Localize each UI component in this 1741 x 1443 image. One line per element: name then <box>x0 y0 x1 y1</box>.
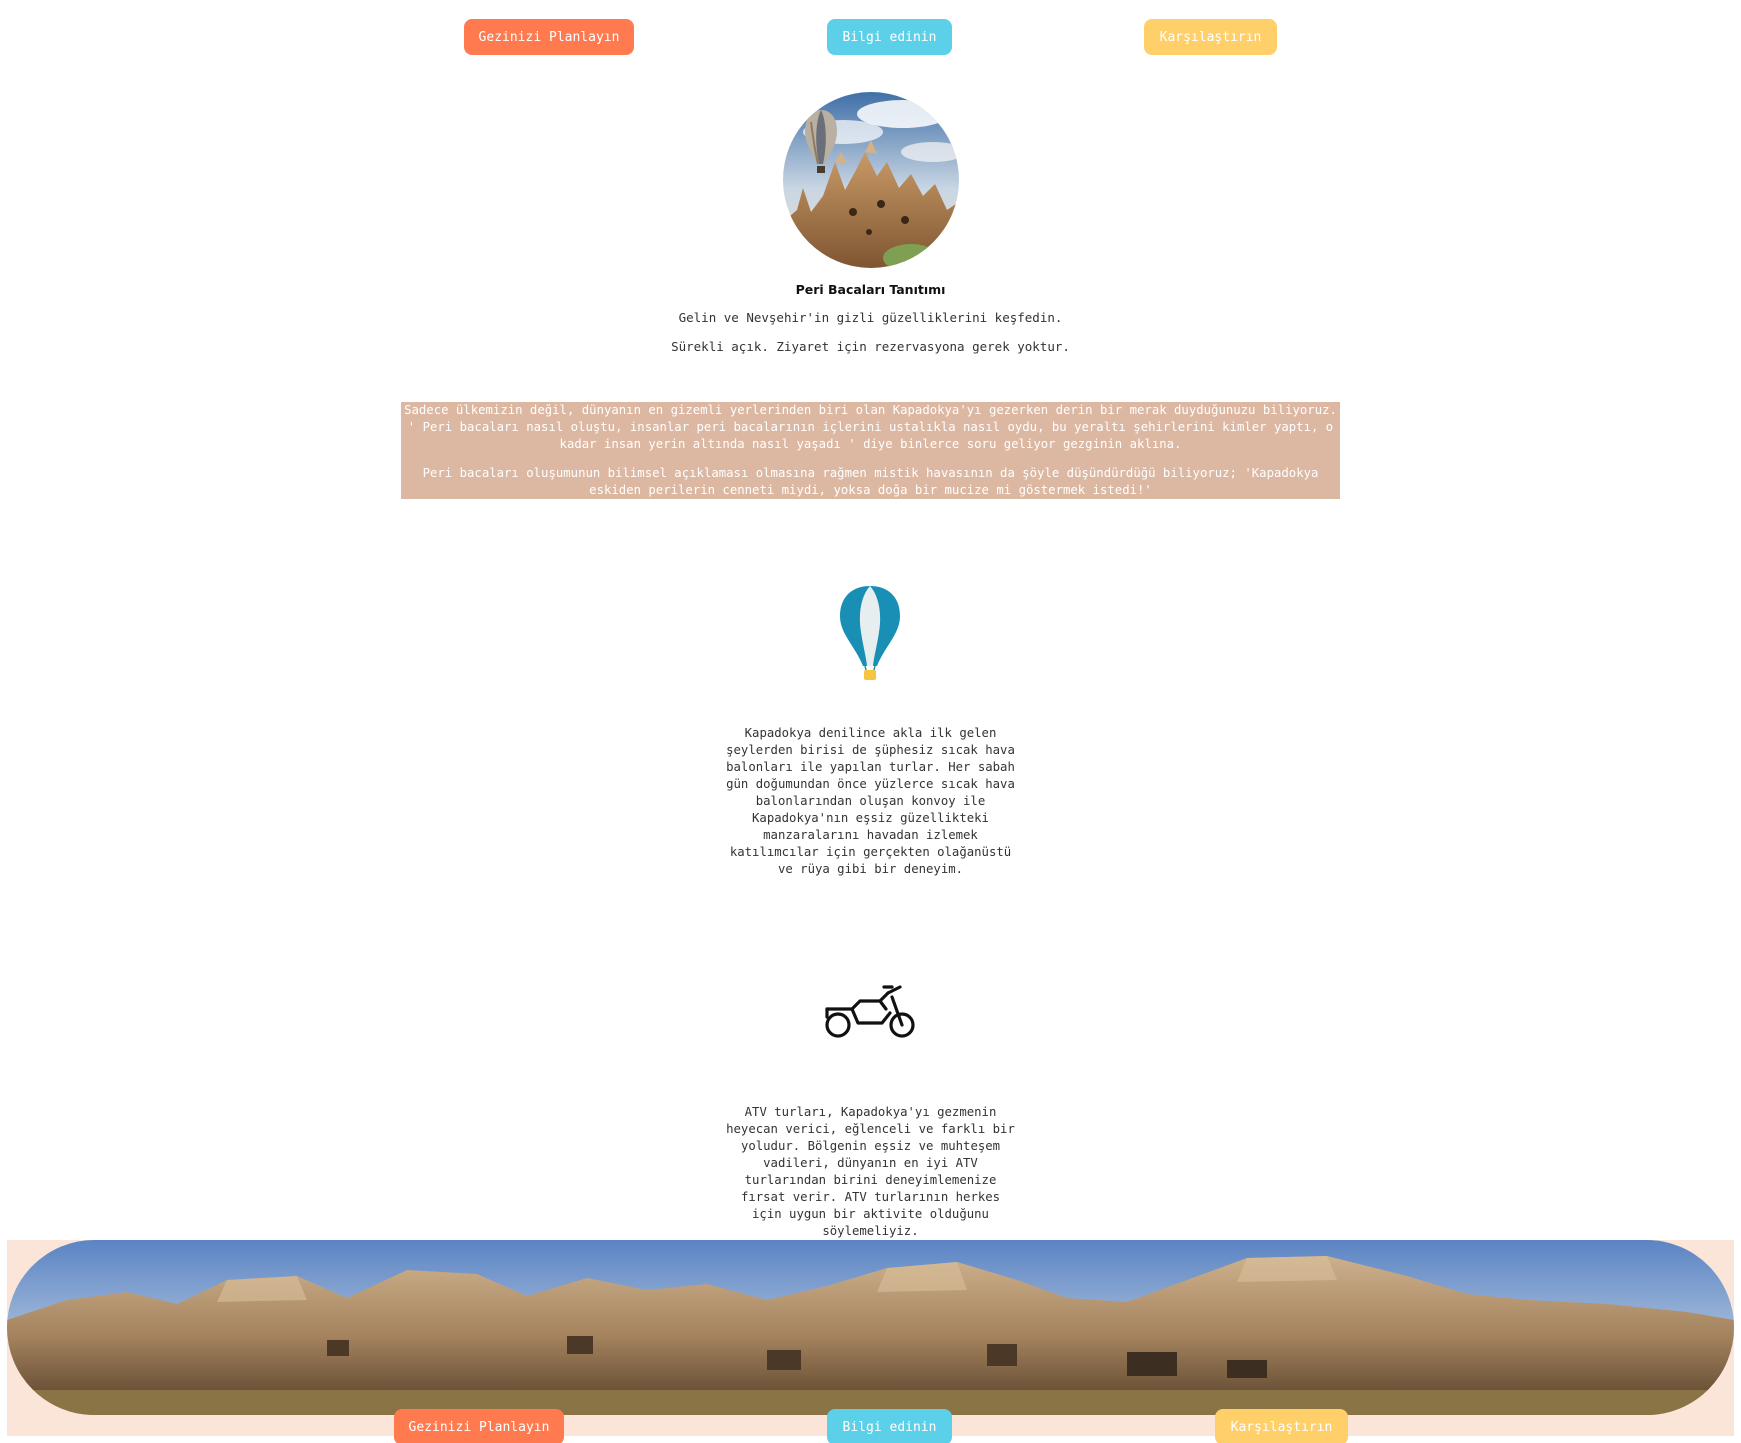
get-info-button[interactable]: Bilgi edinin <box>827 19 952 55</box>
hot-air-balloon-icon <box>837 584 903 682</box>
plan-trip-button-bottom[interactable]: Gezinizi Planlayın <box>394 1409 564 1443</box>
intro-text-box: Sadece ülkemizin değil, dünyanın en gize… <box>401 402 1340 499</box>
intro-paragraph-1: Sadece ülkemizin değil, dünyanın en gize… <box>404 403 1337 451</box>
balloon-tour-text: Kapadokya denilince akla ilk gelen şeyle… <box>726 726 1015 876</box>
hero-note: Sürekli açık. Ziyaret için rezervasyona … <box>671 339 1070 354</box>
compare-button-bottom[interactable]: Karşılaştırın <box>1215 1409 1348 1443</box>
plan-trip-button[interactable]: Gezinizi Planlayın <box>464 19 634 55</box>
atv-tour-text: ATV turları, Kapadokya'yı gezmenin heyec… <box>726 1105 1015 1238</box>
hero-subtitle: Gelin ve Nevşehir'in gizli güzelliklerin… <box>678 310 1063 325</box>
page-title: Peri Bacaları Tanıtımı <box>795 282 946 297</box>
cappadocia-panorama-photo <box>7 1240 1734 1415</box>
get-info-button-bottom[interactable]: Bilgi edinin <box>827 1409 952 1443</box>
compare-button[interactable]: Karşılaştırın <box>1144 19 1277 55</box>
atv-motorbike-icon <box>822 983 918 1041</box>
fairy-chimneys-photo <box>783 92 959 268</box>
intro-paragraph-2: Peri bacaları oluşumunun bilimsel açıkla… <box>422 466 1319 497</box>
